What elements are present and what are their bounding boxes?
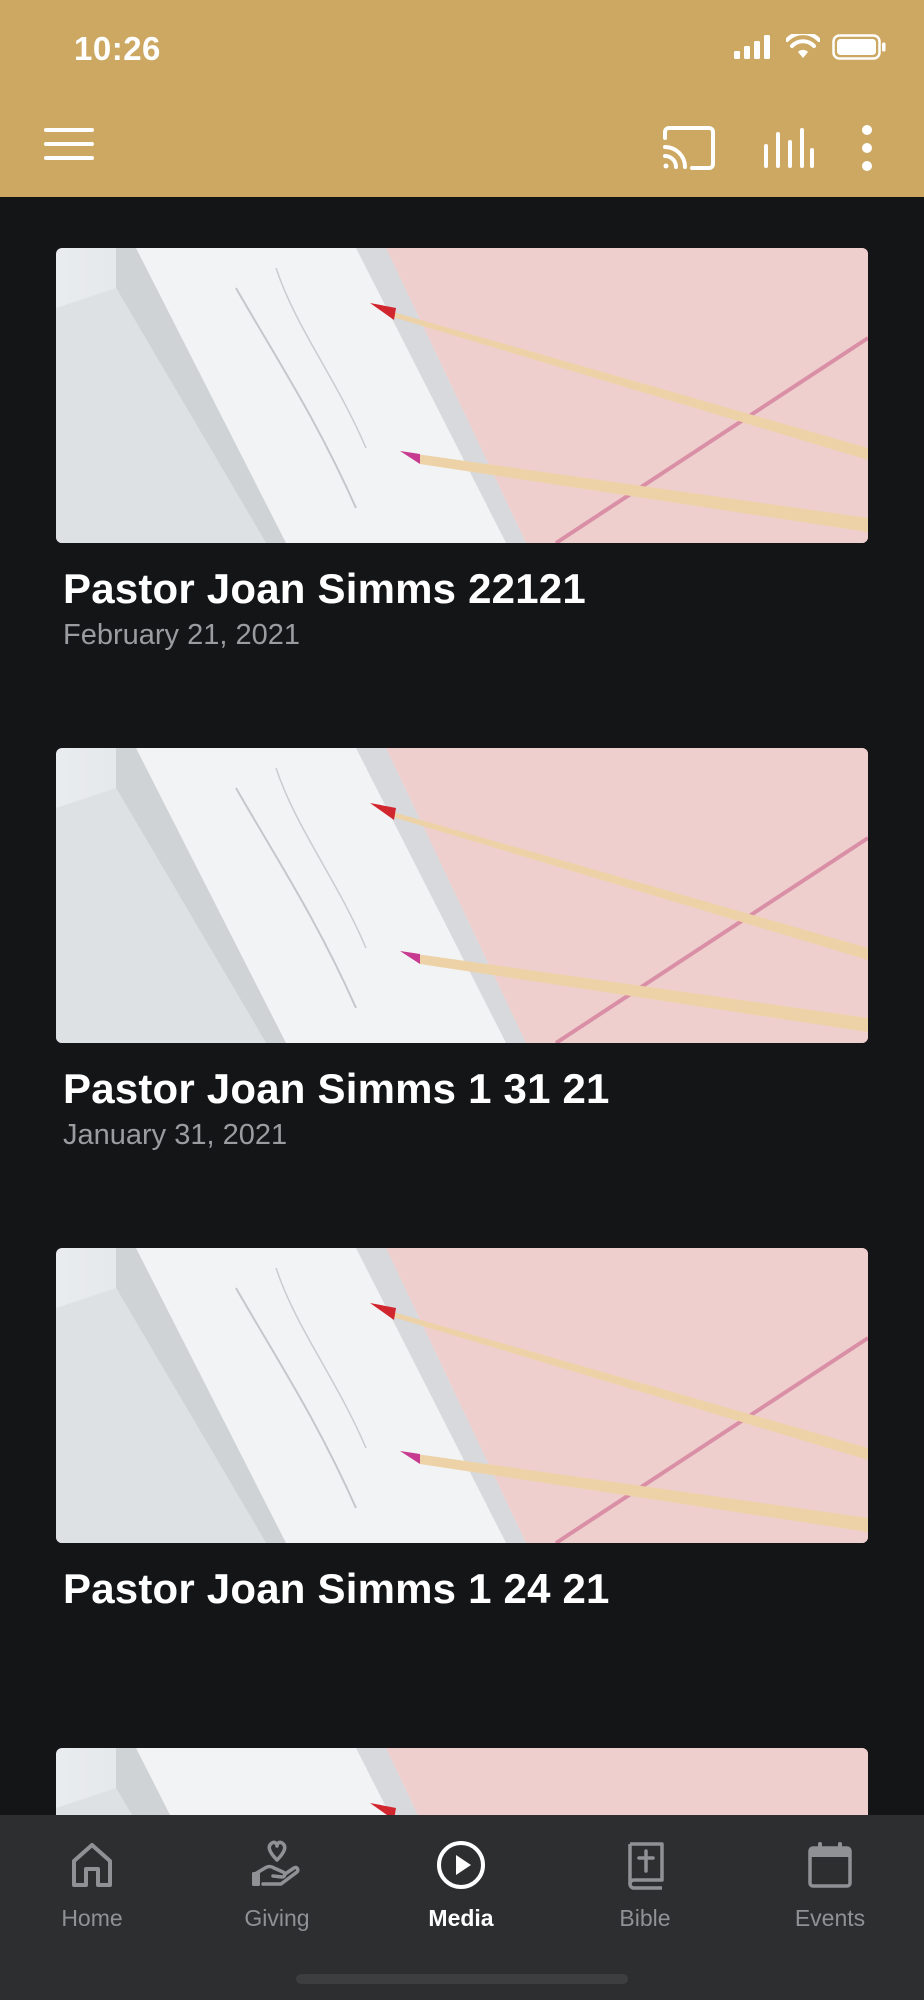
media-card[interactable]: Pastor Joan Simms 22121 February 21, 202… — [56, 248, 868, 652]
more-vertical-icon[interactable] — [860, 124, 874, 172]
tab-label: Bible — [619, 1905, 671, 1931]
play-circle-icon — [386, 1835, 536, 1895]
giving-hand-heart-icon — [202, 1835, 352, 1895]
tab-label: Home — [61, 1905, 123, 1931]
media-card[interactable]: Pastor Joan Simms 1 31 21 January 31, 20… — [56, 748, 868, 1152]
media-title[interactable]: Pastor Joan Simms 1 31 21 — [63, 1065, 868, 1113]
tab-label: Events — [794, 1905, 866, 1931]
status-icons — [734, 34, 886, 60]
media-title[interactable]: Pastor Joan Simms 22121 — [63, 565, 868, 613]
home-indicator — [296, 1974, 628, 1984]
tab-media[interactable]: Media — [386, 1835, 536, 1932]
media-thumbnail[interactable] — [56, 248, 868, 543]
status-time: 10:26 — [74, 30, 161, 67]
top-bar: 10:26 — [0, 0, 924, 197]
media-date: January 31, 2021 — [63, 1119, 288, 1151]
media-thumbnail[interactable] — [56, 748, 868, 1043]
bible-icon — [570, 1835, 720, 1895]
media-card[interactable] — [56, 1748, 868, 1815]
media-title[interactable]: Pastor Joan Simms 1 24 21 — [63, 1565, 868, 1613]
tab-label: Media — [428, 1905, 494, 1931]
hamburger-menu-icon[interactable] — [44, 126, 96, 162]
media-card[interactable]: Pastor Joan Simms 1 24 21 — [56, 1248, 868, 1619]
home-icon — [17, 1835, 167, 1895]
wifi-icon — [786, 34, 820, 58]
signal-icon — [734, 35, 770, 59]
tab-giving[interactable]: Giving — [202, 1835, 352, 1932]
bottom-tab-bar: Home Giving Media Bible Events — [0, 1815, 924, 2000]
media-date: February 21, 2021 — [63, 619, 300, 651]
media-feed[interactable]: Pastor Joan Simms 22121 February 21, 202… — [0, 197, 924, 1815]
calendar-icon — [755, 1835, 905, 1895]
tab-bible[interactable]: Bible — [570, 1835, 720, 1932]
equalizer-icon[interactable] — [762, 126, 814, 170]
tab-label: Giving — [244, 1905, 310, 1931]
tab-home[interactable]: Home — [17, 1835, 167, 1932]
tab-events[interactable]: Events — [755, 1835, 905, 1932]
cast-icon[interactable] — [662, 126, 716, 170]
battery-icon — [832, 34, 886, 60]
media-thumbnail[interactable] — [56, 1248, 868, 1543]
media-thumbnail[interactable] — [56, 1748, 868, 1815]
